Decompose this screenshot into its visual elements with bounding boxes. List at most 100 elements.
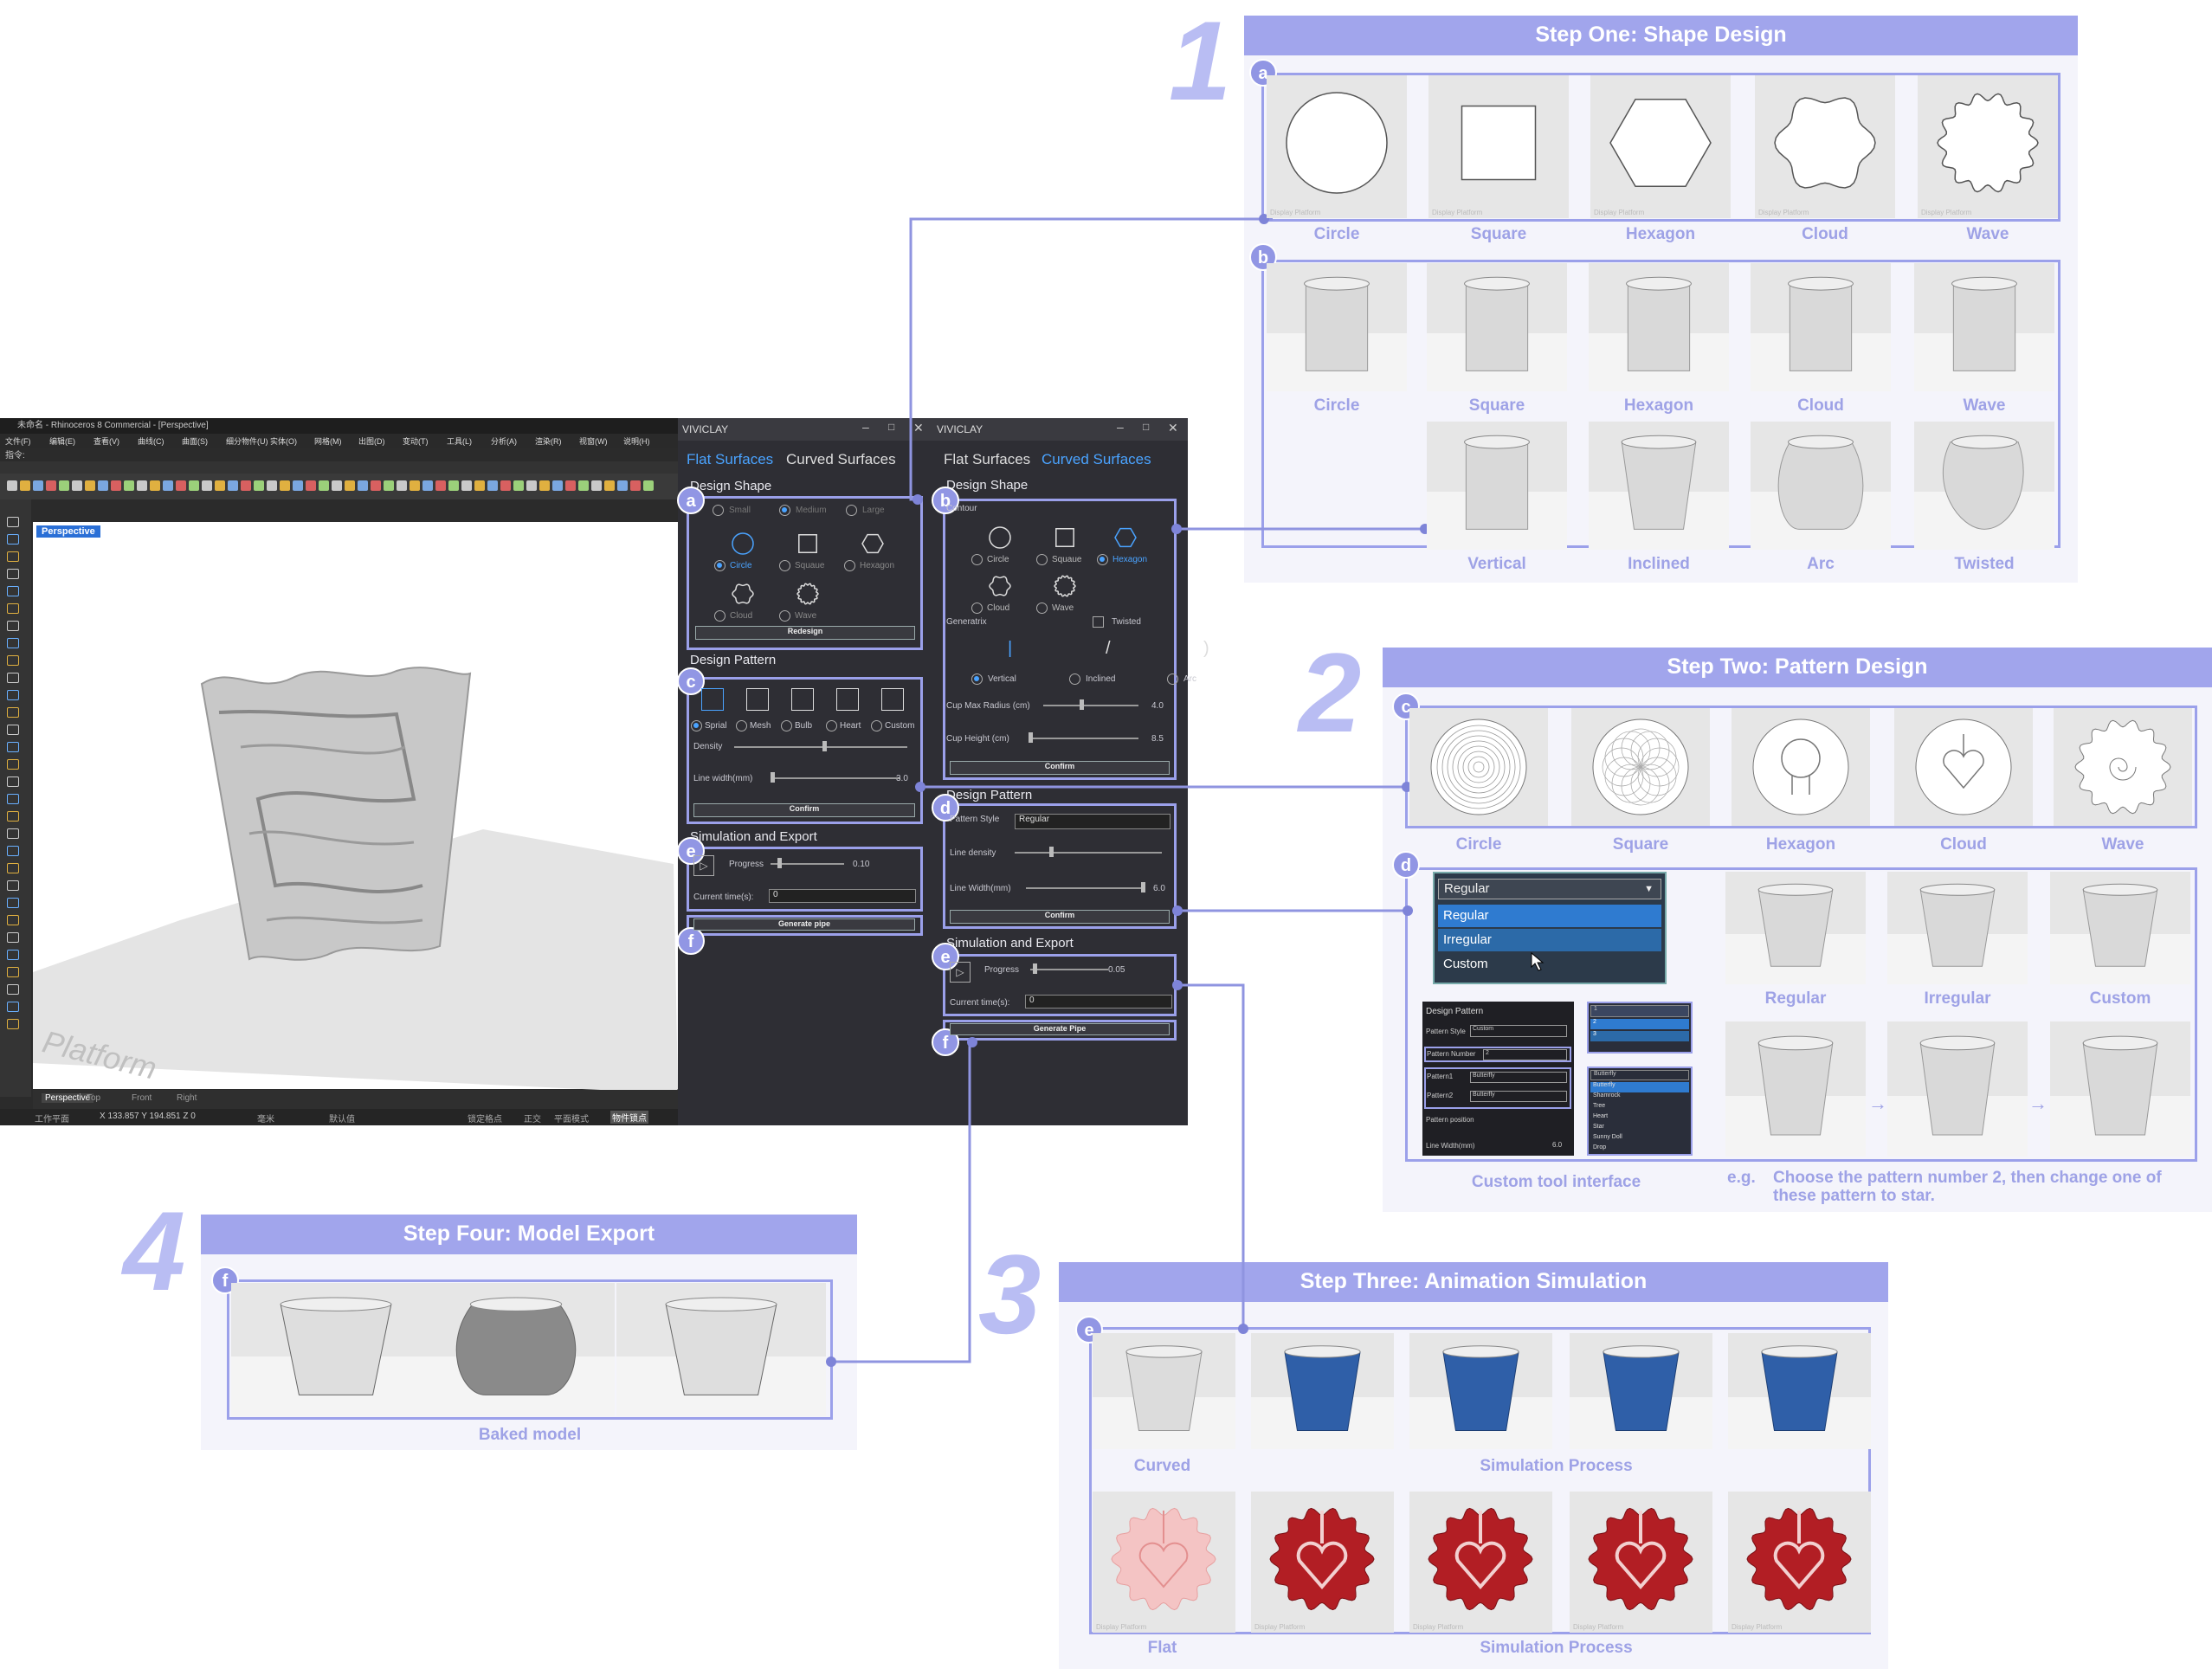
shape-option[interactable]: Tree [1590, 1103, 1689, 1113]
maximize-icon[interactable]: □ [888, 421, 894, 433]
left-tool-icon[interactable] [7, 638, 19, 648]
flat-generate-button[interactable]: Generate pipe [693, 918, 915, 931]
toolbar-icon[interactable] [345, 480, 355, 491]
left-tool-icon[interactable] [7, 673, 19, 683]
contour-radio[interactable] [971, 554, 983, 565]
num-option-2[interactable]: 2 [1590, 1019, 1689, 1029]
toolbar-icon[interactable] [176, 480, 186, 491]
heart-pattern-icon[interactable] [836, 688, 859, 711]
dropdown-current[interactable]: Regular ▼ [1438, 879, 1661, 899]
toolbar-icon[interactable] [124, 480, 134, 491]
mini-style-select[interactable]: Custom [1470, 1025, 1567, 1037]
flat-progress-knob[interactable] [777, 858, 782, 868]
shape-options-current[interactable]: Butterfly [1590, 1070, 1689, 1080]
vertical-generatrix-icon[interactable]: | [1008, 639, 1012, 659]
curved-generate-button[interactable]: Generate Pipe [950, 1023, 1170, 1035]
cup-height-slider[interactable] [1029, 738, 1138, 739]
flat-line-width-slider[interactable] [771, 777, 900, 779]
menu-item[interactable]: 渲染(R) [535, 435, 562, 447]
size-radio-large[interactable] [846, 505, 857, 516]
shape-option[interactable]: Drop [1590, 1144, 1689, 1155]
toolbar-icon[interactable] [513, 480, 524, 491]
menu-item[interactable]: 视窗(W) [579, 435, 608, 447]
wave-shape-icon[interactable] [795, 581, 821, 607]
left-tool-icon[interactable] [7, 707, 19, 718]
pattern-radio[interactable] [826, 720, 837, 731]
status-snap[interactable]: 锁定格点 [468, 1112, 502, 1124]
toolbar-icon[interactable] [539, 480, 550, 491]
cloud-contour-icon[interactable] [987, 573, 1013, 599]
shape-option[interactable]: Heart [1590, 1113, 1689, 1124]
toolbar-icon[interactable] [384, 480, 394, 491]
mini-p2-select[interactable]: Butterfly [1470, 1091, 1567, 1102]
toolbar-icon[interactable] [293, 480, 303, 491]
curved-line-width-knob[interactable] [1141, 882, 1145, 892]
line-density-knob[interactable] [1049, 847, 1054, 857]
num-option-3[interactable]: 3 [1590, 1031, 1689, 1041]
left-tool-icon[interactable] [7, 967, 19, 977]
left-tool-icon[interactable] [7, 846, 19, 856]
menu-item[interactable]: 曲面(S) [182, 435, 208, 447]
toolbar-icon[interactable] [254, 480, 264, 491]
curved-minimize-icon[interactable]: – [1117, 420, 1124, 434]
shape-radio[interactable] [779, 610, 790, 622]
menu-item[interactable]: 曲线(C) [138, 435, 164, 447]
cup-max-radius-knob[interactable] [1080, 699, 1084, 710]
contour-radio[interactable] [971, 603, 983, 614]
arc-generatrix-icon[interactable]: ) [1203, 639, 1209, 659]
left-tool-icon[interactable] [7, 932, 19, 943]
shape-option[interactable]: Butterfly [1590, 1082, 1689, 1092]
curved-tab-flat[interactable]: Flat Surfaces [944, 451, 1030, 468]
toolbar-icon[interactable] [306, 480, 316, 491]
left-tool-icon[interactable] [7, 898, 19, 908]
shape-radio[interactable] [714, 560, 726, 571]
left-tool-icon[interactable] [7, 603, 19, 614]
pattern-radio[interactable] [736, 720, 747, 731]
status-ortho[interactable]: 正交 [524, 1112, 541, 1124]
curved-tab-curved[interactable]: Curved Surfaces [1042, 451, 1151, 468]
contour-radio[interactable] [1097, 554, 1108, 565]
toolbar-icon[interactable] [358, 480, 368, 491]
circle-contour-icon[interactable] [987, 525, 1013, 551]
cloud-shape-icon[interactable] [730, 581, 756, 607]
toolbar-icon[interactable] [319, 480, 329, 491]
left-tool-icon[interactable] [7, 621, 19, 631]
toolbar-icon[interactable] [578, 480, 589, 491]
toolbar-icon[interactable] [72, 480, 82, 491]
left-tool-icon[interactable] [7, 915, 19, 925]
left-tool-icon[interactable] [7, 863, 19, 873]
curved-confirm-button[interactable]: Confirm [950, 761, 1170, 775]
size-radio-medium[interactable] [779, 505, 790, 516]
flat-confirm-button[interactable]: Confirm [693, 803, 915, 817]
flat-play-icon[interactable]: ▷ [693, 855, 714, 876]
toolbar-icon[interactable] [448, 480, 459, 491]
generatrix-radio[interactable] [1167, 673, 1178, 685]
toolbar-icon[interactable] [228, 480, 238, 491]
shape-option[interactable]: Shamrock [1590, 1092, 1689, 1103]
toolbar-icon[interactable] [137, 480, 147, 491]
line-density-slider[interactable] [1015, 852, 1162, 854]
pattern-radio[interactable] [691, 720, 702, 731]
curved-play-icon[interactable]: ▷ [950, 962, 971, 983]
toolbar-icon[interactable] [630, 480, 641, 491]
left-tool-icon[interactable] [7, 655, 19, 666]
flat-tab-flat[interactable]: Flat Surfaces [687, 451, 773, 468]
custom-pattern-icon[interactable] [881, 688, 904, 711]
shape-option[interactable]: Star [1590, 1124, 1689, 1134]
contour-radio[interactable] [1036, 554, 1048, 565]
hexagon-shape-icon[interactable] [860, 531, 886, 557]
shape-radio[interactable] [714, 610, 726, 622]
menu-item[interactable]: 文件(F) [5, 435, 31, 447]
flat-line-width-knob[interactable] [771, 772, 775, 783]
toolbar-icon[interactable] [552, 480, 563, 491]
toolbar-icon[interactable] [617, 480, 628, 491]
toolbar-icon[interactable] [422, 480, 433, 491]
curved-close-icon[interactable]: ✕ [1168, 421, 1178, 435]
toolbar-icon[interactable] [20, 480, 30, 491]
toolbar-icon[interactable] [267, 480, 277, 491]
toolbar-icon[interactable] [241, 480, 251, 491]
toolbar-icon[interactable] [397, 480, 407, 491]
density-knob[interactable] [822, 741, 827, 751]
shape-radio[interactable] [779, 560, 790, 571]
dropdown-option-custom[interactable]: Custom [1438, 953, 1661, 976]
